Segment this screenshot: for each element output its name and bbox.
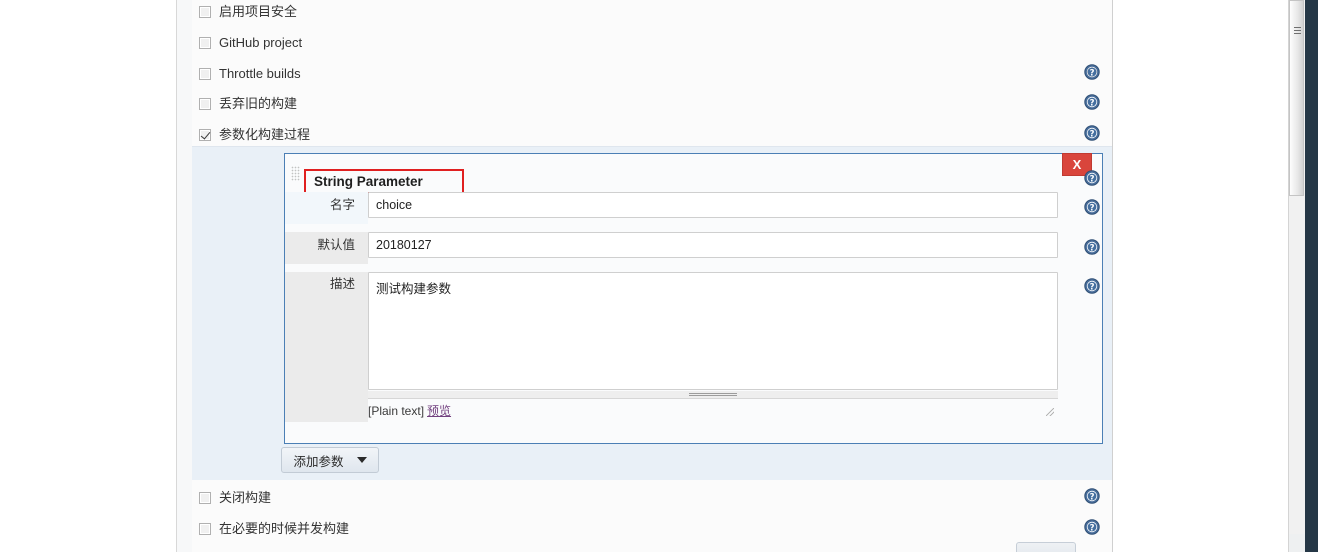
svg-text:?: ?	[1090, 174, 1095, 184]
checkbox-throttle-builds[interactable]	[199, 68, 211, 80]
parameters-section: String Parameter X 名字 默认值	[192, 146, 1112, 480]
description-format-label: [Plain text]	[368, 404, 425, 418]
help-icon[interactable]: ?	[1084, 519, 1100, 535]
parameter-default-value-input[interactable]	[368, 232, 1058, 258]
section-top-border	[192, 146, 1112, 147]
checkbox-row-disable-build[interactable]: 关闭构建	[199, 488, 271, 508]
svg-text:?: ?	[1090, 203, 1095, 213]
checkbox-label-github-project: GitHub project	[219, 35, 303, 50]
config-form-column: 启用项目安全 GitHub project Throttle builds 丢弃…	[192, 0, 1112, 552]
help-icon[interactable]: ?	[1084, 278, 1100, 294]
help-icon[interactable]: ?	[1084, 170, 1100, 186]
vertical-scrollbar-thumb[interactable]	[1289, 0, 1304, 196]
field-label-cell-default-value: 默认值	[285, 232, 368, 264]
right-margin	[1113, 0, 1288, 552]
field-row-name: 名字	[285, 192, 1102, 224]
textarea-resize-grip-icon[interactable]	[1046, 408, 1054, 416]
field-label-cell-description: 描述	[285, 272, 368, 422]
checkbox-label-discard-old-builds: 丢弃旧的构建	[219, 96, 298, 111]
checkbox-concurrent-build[interactable]	[199, 523, 211, 535]
left-gutter-strip	[177, 0, 192, 552]
checkbox-row-parameterized-build[interactable]: 参数化构建过程	[199, 125, 310, 145]
checkbox-label-project-security: 启用项目安全	[219, 4, 298, 19]
scrollbar-corner	[1288, 534, 1305, 552]
svg-text:?: ?	[1090, 282, 1095, 292]
checkbox-label-disable-build: 关闭构建	[219, 490, 272, 505]
svg-text:?: ?	[1090, 129, 1095, 139]
checkbox-label-parameterized-build: 参数化构建过程	[219, 127, 311, 142]
checkbox-project-security[interactable]	[199, 6, 211, 18]
svg-text:?: ?	[1090, 98, 1095, 108]
checkbox-row-project-security[interactable]: 启用项目安全	[199, 2, 297, 22]
field-label-name: 名字	[329, 198, 355, 212]
add-parameter-label: 添加参数	[293, 454, 344, 469]
checkbox-github-project[interactable]	[199, 37, 211, 49]
field-label-description: 描述	[329, 277, 355, 291]
chevron-down-icon	[356, 457, 367, 463]
help-icon[interactable]: ?	[1084, 199, 1100, 215]
add-parameter-button[interactable]: 添加参数	[281, 447, 379, 473]
parameter-panel-header: String Parameter X	[285, 153, 1102, 194]
help-icon[interactable]: ?	[1084, 125, 1100, 141]
checkbox-discard-old-builds[interactable]	[199, 98, 211, 110]
field-row-default-value: 默认值	[285, 232, 1102, 264]
description-wrapper: [Plain text]预览	[368, 272, 1058, 422]
svg-text:?: ?	[1090, 492, 1095, 502]
help-icon[interactable]: ?	[1084, 94, 1100, 110]
checkbox-row-throttle-builds[interactable]: Throttle builds	[199, 64, 301, 84]
parameter-type-title: String Parameter	[314, 174, 423, 189]
checkbox-label-throttle-builds: Throttle builds	[219, 66, 301, 81]
parameter-title-highlight: String Parameter	[304, 169, 464, 194]
checkbox-disable-build[interactable]	[199, 492, 211, 504]
parameter-name-input[interactable]	[368, 192, 1058, 218]
parameter-description-textarea[interactable]	[368, 272, 1058, 390]
textarea-drag-bar[interactable]	[368, 391, 1058, 399]
description-preview-link[interactable]: 预览	[427, 404, 451, 418]
jenkins-job-config-screen: 启用项目安全 GitHub project Throttle builds 丢弃…	[0, 0, 1318, 552]
svg-text:?: ?	[1090, 523, 1095, 533]
field-label-default-value: 默认值	[317, 238, 355, 252]
checkbox-row-github-project[interactable]: GitHub project	[199, 33, 302, 53]
help-icon[interactable]: ?	[1084, 239, 1100, 255]
drag-grip-icon[interactable]	[291, 166, 300, 181]
field-row-description: 描述 [Plain text]预览	[285, 272, 1102, 422]
description-format-row: [Plain text] 预览	[368, 402, 451, 419]
field-label-cell-name: 名字	[285, 192, 368, 224]
checkbox-row-concurrent-build[interactable]: 在必要的时候并发构建	[199, 519, 349, 539]
svg-text:?: ?	[1090, 68, 1095, 78]
help-icon[interactable]: ?	[1084, 488, 1100, 504]
checkbox-parameterized-build[interactable]	[199, 129, 211, 141]
checkbox-label-concurrent-build: 在必要的时候并发构建	[219, 521, 350, 536]
window-right-edge	[1305, 0, 1318, 552]
left-margin	[0, 0, 176, 552]
checkbox-row-discard-old-builds[interactable]: 丢弃旧的构建	[199, 94, 297, 114]
string-parameter-panel: String Parameter X 名字 默认值	[284, 153, 1103, 444]
help-icon[interactable]: ?	[1084, 64, 1100, 80]
form-submit-button-partial[interactable]	[1016, 542, 1076, 552]
svg-text:?: ?	[1090, 243, 1095, 253]
